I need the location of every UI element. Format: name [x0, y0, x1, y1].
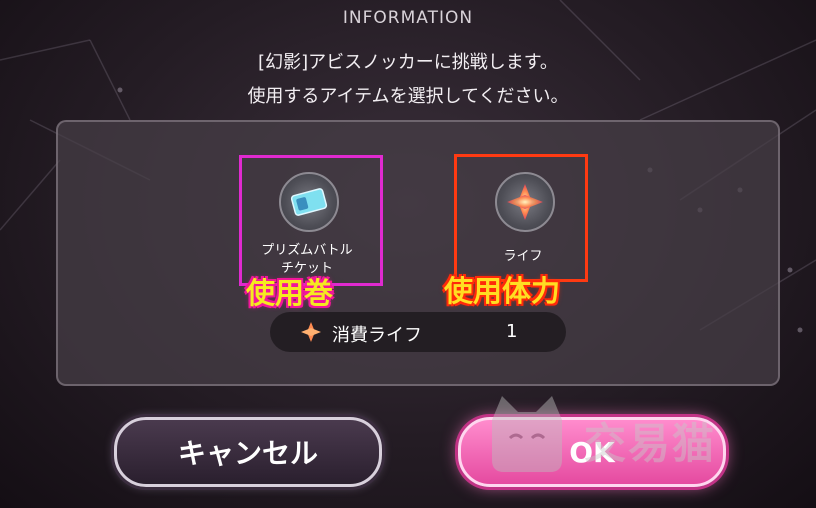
dialog-title: INFORMATION: [342, 8, 474, 28]
cost-label: 消費ライフ: [332, 325, 422, 346]
cost-bar: 消費ライフ 1: [270, 312, 566, 352]
ok-button-label: OK: [569, 435, 615, 469]
cancel-button[interactable]: キャンセル: [114, 417, 382, 487]
life-annotation: 使用体力: [444, 274, 561, 308]
life-highlight-box: [454, 154, 588, 282]
item-selection-panel: プリズムバトル チケット ライフ 消費ライフ 1: [56, 120, 780, 386]
ok-button[interactable]: OK: [458, 417, 726, 487]
cost-value: 1: [506, 321, 518, 342]
message-line-1: [幻影]アビスノッカーに挑戦します。: [258, 52, 558, 73]
ticket-highlight-box: [239, 155, 383, 286]
life-crystal-icon: [301, 322, 321, 342]
cancel-button-label: キャンセル: [177, 437, 318, 470]
message-line-2: 使用するアイテムを選択してください。: [247, 86, 569, 107]
ticket-annotation: 使用巻: [246, 276, 334, 310]
